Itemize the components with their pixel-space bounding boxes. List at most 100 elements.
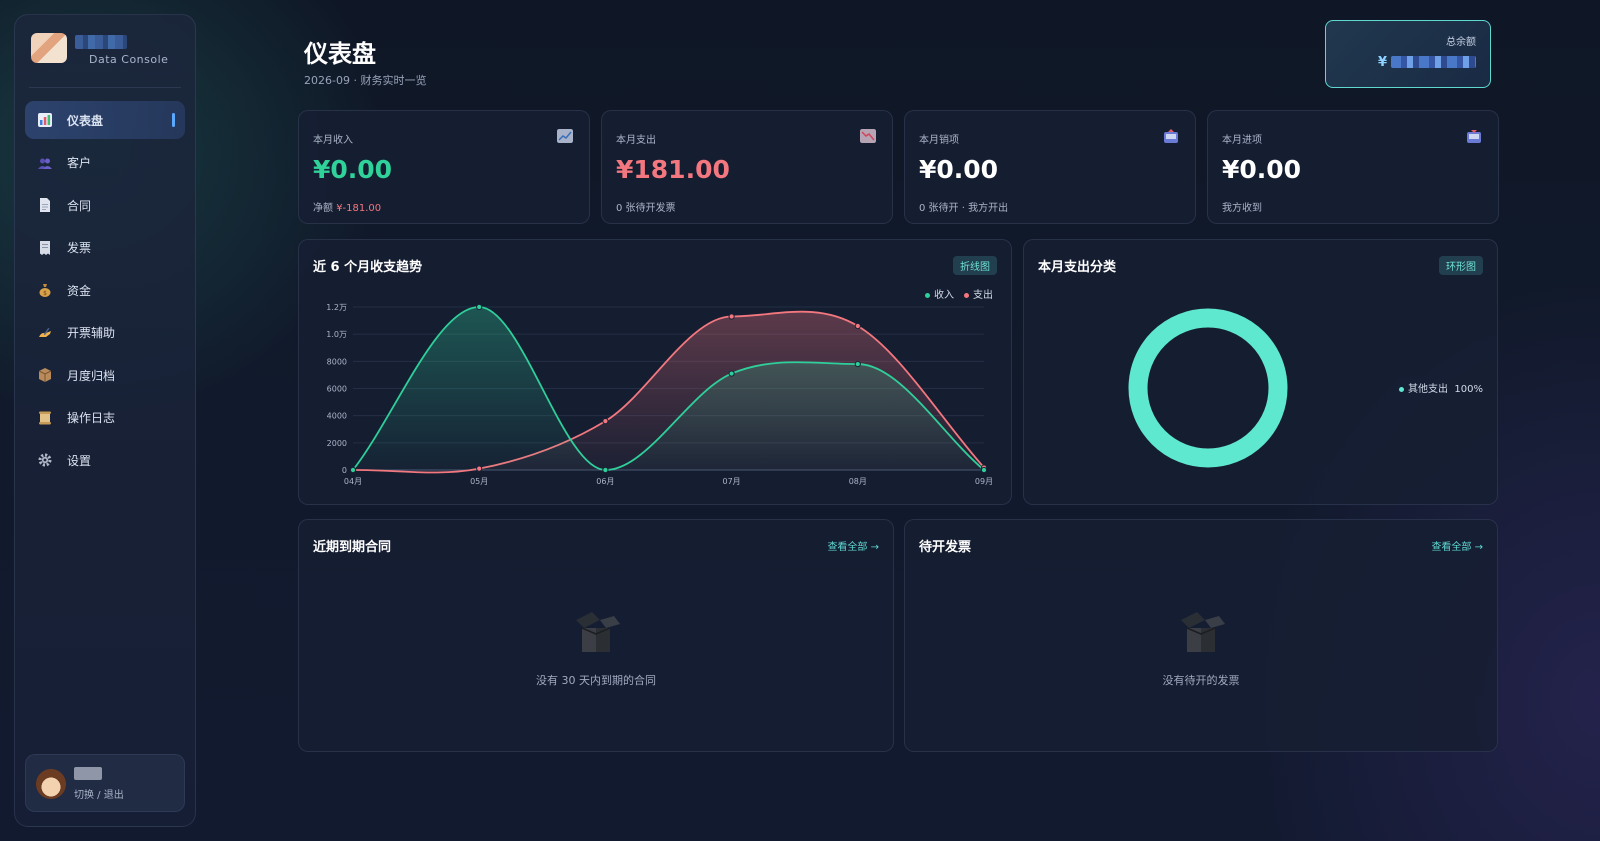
brand[interactable]: Data Console [31,33,181,81]
legend-label: 其他支出 [1408,384,1448,395]
gear-icon [37,452,53,468]
stat-card-sales-invoices[interactable]: 本月销项 ¥0.00 0 张待开 · 我方开出 [904,110,1196,224]
sidebar-item-label: 仪表盘 [67,113,104,128]
data-point-expense [476,465,483,472]
sidebar-item-label: 设置 [67,453,92,468]
trend-up-icon [557,129,573,143]
data-point-expense [854,322,861,330]
stat-value: ¥0.00 [1222,155,1302,184]
sidebar-item-archive[interactable]: 月度归档 [25,356,185,394]
stat-note-label: 净额 [313,203,337,214]
brand-name [75,35,127,49]
empty-box-icon [1181,612,1225,652]
trend-down-icon [860,129,876,143]
data-point-income [980,466,988,474]
sidebar-item-funds[interactable]: $ 资金 [25,271,185,309]
stat-value: ¥0.00 [919,155,999,184]
page-title: 仪表盘 [304,40,376,68]
currency-symbol: ¥ [1378,55,1388,69]
user-name [74,767,102,780]
view-all-link[interactable]: 查看全部 → [827,538,879,553]
total-balance-card[interactable]: 总余额 ¥ [1325,20,1491,88]
stat-value: ¥181.00 [616,155,730,184]
outbox-icon [1164,129,1178,143]
sidebar-item-logs[interactable]: 操作日志 [25,399,185,437]
legend-dot [1399,386,1404,392]
donut-legend: 其他支出 100% [1399,380,1483,395]
bar-chart-icon [37,112,53,128]
stat-label: 本月支出 [616,135,656,146]
stat-card-income[interactable]: 本月收入 ¥0.00 净额 ¥-181.00 [298,110,590,224]
brand-logo [31,33,67,63]
data-point-income [728,370,735,377]
x-tick-label: 09月 [975,477,993,486]
x-tick-label: 08月 [849,477,867,486]
stat-card-purchase-invoices[interactable]: 本月进项 ¥0.00 我方收到 [1207,110,1499,224]
y-tick-label: 8000 [327,357,347,366]
stat-label: 本月收入 [313,135,353,146]
scroll-icon [37,410,53,426]
balance-value: ¥ [1378,55,1476,69]
data-point-expense [602,418,609,425]
expense-category-panel: 本月支出分类 环形图 其他支出 100% [1023,239,1498,505]
sidebar-item-settings[interactable]: 设置 [25,441,185,479]
sidebar-item-label: 操作日志 [67,411,116,425]
stat-card-expense[interactable]: 本月支出 ¥181.00 0 张待开发票 [601,110,893,224]
stat-value: ¥0.00 [313,155,393,184]
money-bag-icon: $ [37,282,53,298]
sidebar-item-invoice-assist[interactable]: 开票辅助 [25,314,185,352]
y-tick-label: 2000 [327,439,347,448]
sidebar-item-dashboard[interactable]: 仪表盘 [25,101,185,139]
balance-label: 总余额 [1446,37,1476,48]
writing-hand-icon [37,325,53,341]
avatar [36,769,66,799]
sidebar-item-label: 月度归档 [67,368,116,383]
sidebar-item-label: 合同 [67,198,92,213]
sidebar-item-label: 客户 [67,156,92,170]
balance-amount-masked [1391,56,1476,68]
users-icon [37,155,53,171]
stat-label: 本月进项 [1222,135,1262,146]
switch-logout-link[interactable]: 切换 / 退出 [74,786,124,801]
y-tick-label: 6000 [327,385,347,394]
stat-note: 我方收到 [1222,203,1262,214]
empty-text: 没有待开的发票 [1162,674,1240,687]
donut-slice[interactable] [1128,308,1288,468]
sidebar-item-label: 资金 [67,283,92,298]
view-all-link[interactable]: 查看全部 → [1431,538,1483,553]
sidebar-item-customers[interactable]: 客户 [25,144,185,182]
sidebar-item-contracts[interactable]: 合同 [25,186,185,224]
empty-state: 没有待开的发票 [905,606,1497,688]
data-point-income [854,360,861,368]
sidebar-item-label: 发票 [67,241,92,255]
expiring-contracts-panel: 近期到期合同 查看全部 → 没有 30 天内到期的合同 [298,519,894,752]
brand-subtitle: Data Console [89,53,169,66]
pending-invoices-panel: 待开发票 查看全部 → 没有待开的发票 [904,519,1498,752]
net-amount: ¥-181.00 [336,203,382,214]
package-icon [37,367,53,383]
x-tick-label: 04月 [344,477,362,486]
data-point-income [476,303,483,311]
page-subtitle: 2026-09 · 财务实时一览 [304,74,427,87]
divider [29,87,181,88]
empty-state: 没有 30 天内到期的合同 [299,606,893,688]
empty-text: 没有 30 天内到期的合同 [536,674,656,687]
user-card[interactable]: 切换 / 退出 [25,754,185,812]
data-point-income [349,466,357,474]
stat-note: 净额 ¥-181.00 [313,199,381,214]
stat-note: 0 张待开 · 我方开出 [919,203,1009,214]
data-point-expense [728,313,735,320]
panel-title: 近期到期合同 [313,540,392,555]
y-tick-label: 1.2万 [326,303,347,312]
document-icon [37,197,53,213]
stat-note: 0 张待开发票 [616,203,676,214]
empty-box-icon [576,612,620,652]
x-tick-label: 07月 [723,477,741,486]
inbox-icon [1467,130,1481,143]
expense-donut-chart [1128,308,1288,468]
sidebar-item-invoices[interactable]: 发票 [25,229,185,267]
svg-text:$: $ [43,290,47,297]
x-tick-label: 05月 [470,477,488,486]
legend-value: 100% [1454,384,1483,395]
y-tick-label: 1.0万 [326,330,347,339]
